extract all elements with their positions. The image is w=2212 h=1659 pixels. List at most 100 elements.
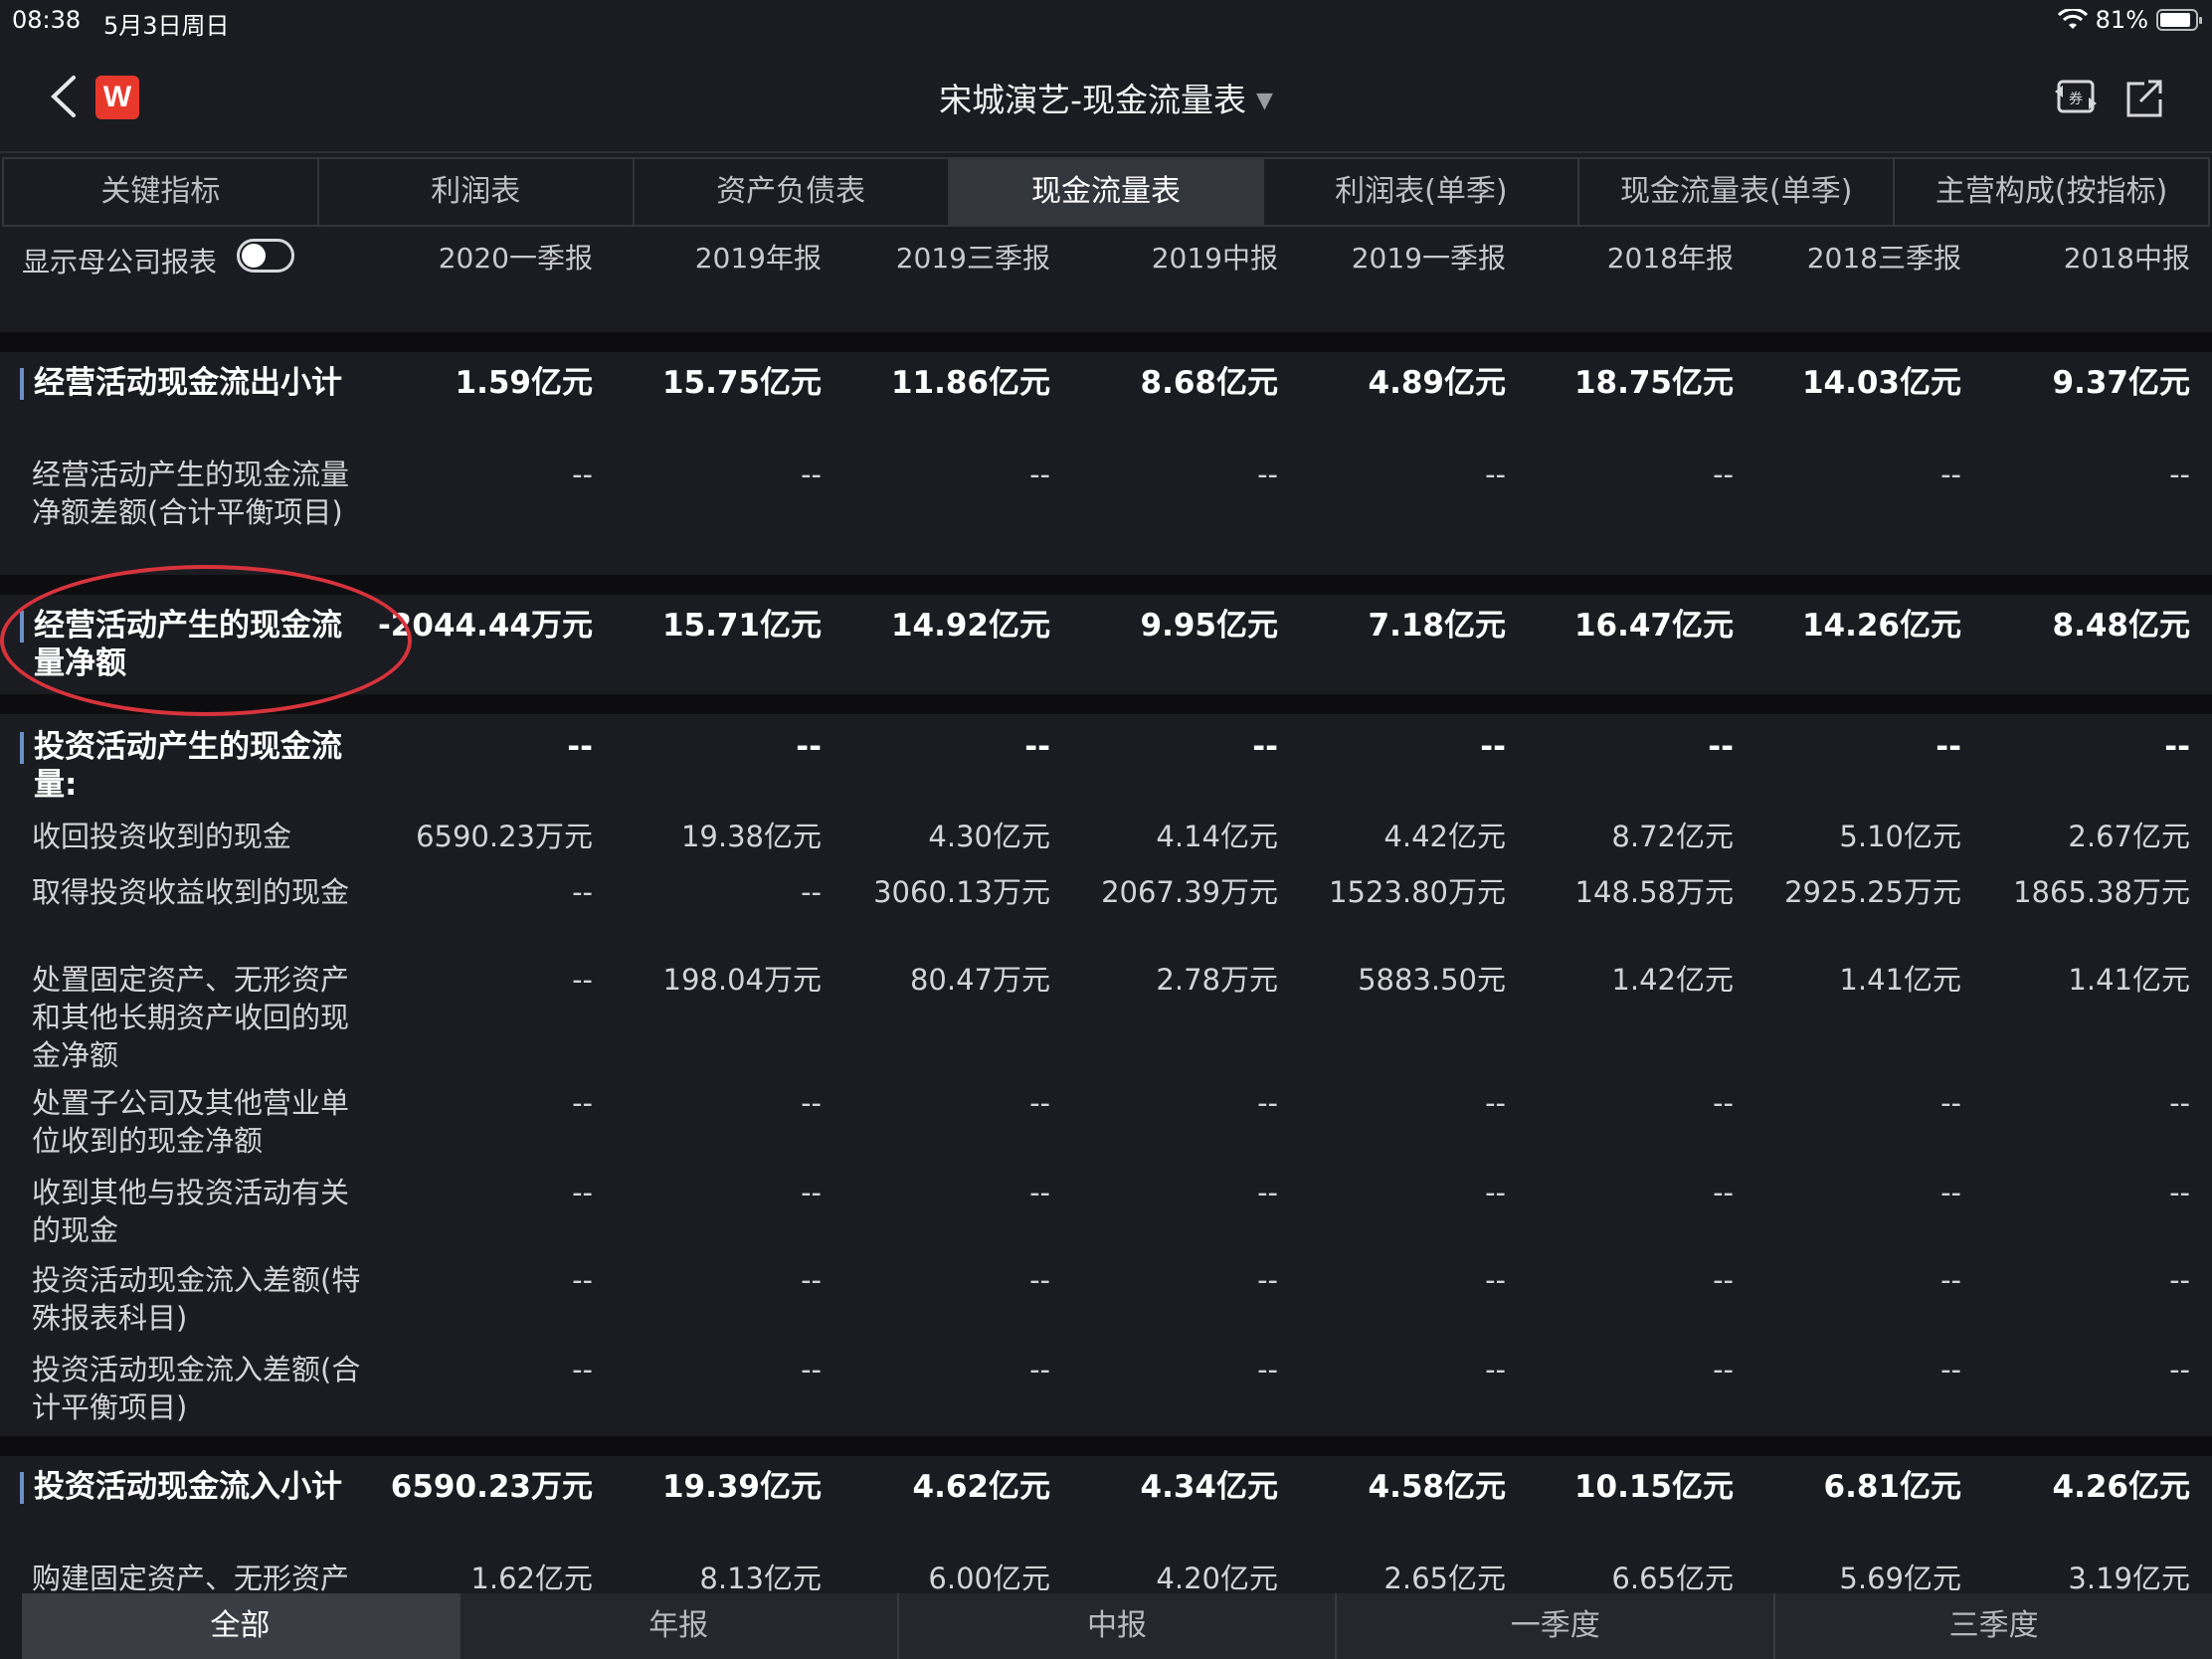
parent-report-toggle[interactable] xyxy=(237,239,294,273)
row-value: -- xyxy=(1713,1263,1734,1297)
row-value: -- xyxy=(1252,729,1278,765)
period-tab-2[interactable]: 中报 xyxy=(896,1593,1336,1659)
switch-coupon-icon[interactable]: 券 xyxy=(2053,76,2099,119)
row-value: 15.71亿元 xyxy=(661,608,822,644)
row-value: 2.65亿元 xyxy=(1383,1562,1506,1595)
share-icon[interactable] xyxy=(2122,76,2166,119)
row-value: 4.26亿元 xyxy=(2052,1469,2191,1505)
row-value: 6.00亿元 xyxy=(928,1562,1050,1595)
row-value: -- xyxy=(567,729,593,765)
row-value: 14.03亿元 xyxy=(1801,365,1961,401)
row-value: -- xyxy=(572,1176,593,1209)
row-value: 2067.39万元 xyxy=(1101,875,1278,909)
row-value: 1.41亿元 xyxy=(1839,963,1961,997)
row-label: 经营活动现金流出小计 xyxy=(34,365,342,401)
row-value: 1.41亿元 xyxy=(2068,963,2190,997)
column-header[interactable]: 2019中报 xyxy=(1059,237,1278,276)
row-value: 198.04万元 xyxy=(662,963,822,997)
row-value: 6590.23万元 xyxy=(390,1469,593,1505)
row-value: 8.72亿元 xyxy=(1611,820,1734,853)
parent-report-label: 显示母公司报表 xyxy=(22,246,218,278)
row-value: -- xyxy=(1940,458,1961,491)
row-label: 经营活动产生的现金流量净额差额(合计平衡项目) xyxy=(32,458,350,529)
row-value: 8.13亿元 xyxy=(699,1562,822,1595)
row-value: 4.20亿元 xyxy=(1156,1562,1278,1595)
row-value: -- xyxy=(801,458,822,491)
row-value: -- xyxy=(1485,458,1506,491)
row-value: 19.39亿元 xyxy=(661,1469,822,1505)
row-label: 取得投资收益收到的现金 xyxy=(32,875,350,909)
row-value: -- xyxy=(572,875,593,909)
header-row: 显示母公司报表 2020一季报 2019年报 2019三季报 2019中报 2019一季… xyxy=(0,227,2212,296)
column-header[interactable]: 2020一季报 xyxy=(374,237,593,276)
row-value: 2925.25万元 xyxy=(1784,875,1961,909)
row-value: 15.75亿元 xyxy=(661,365,822,401)
page-title[interactable]: 宋城演艺-现金流量表 ▼ xyxy=(0,74,2212,121)
page-title-text: 宋城演艺-现金流量表 xyxy=(939,81,1246,119)
row-value: -- xyxy=(1713,458,1734,491)
tab-2[interactable]: 资产负债表 xyxy=(635,159,950,225)
row-label: 投资活动产生的现金流量: xyxy=(34,729,342,803)
status-right: 81% xyxy=(2057,6,2202,34)
row-value: 8.48亿元 xyxy=(2052,608,2191,644)
tab-5[interactable]: 现金流量表(单季) xyxy=(1579,159,1896,225)
row-value: -- xyxy=(1485,1353,1506,1386)
tab-0[interactable]: 关键指标 xyxy=(4,159,319,225)
period-tab-3[interactable]: 一季度 xyxy=(1335,1593,1773,1659)
row-value: 4.58亿元 xyxy=(1368,1469,1507,1505)
row-value: 7.18亿元 xyxy=(1368,608,1507,644)
row-value: -- xyxy=(2169,458,2190,491)
row-label: 收到其他与投资活动有关的现金 xyxy=(32,1176,350,1247)
row-value: -- xyxy=(2169,1176,2190,1209)
column-header[interactable]: 2018三季报 xyxy=(1743,237,1961,276)
row-value: -- xyxy=(1713,1086,1734,1120)
status-bar: 08:38 5月3日周日 81% xyxy=(0,0,2212,40)
section-separator xyxy=(0,1436,2212,1456)
tab-4[interactable]: 利润表(单季) xyxy=(1264,159,1580,225)
row-value: -- xyxy=(801,1176,822,1209)
row-value: -- xyxy=(801,875,822,909)
row-value: -- xyxy=(572,1353,593,1386)
column-header[interactable]: 2018中报 xyxy=(1971,237,2190,276)
tab-3[interactable]: 现金流量表 xyxy=(949,159,1265,225)
row-value: 1865.38万元 xyxy=(2013,875,2190,909)
column-header[interactable]: 2019一季报 xyxy=(1287,237,1506,276)
row-value: -- xyxy=(1257,458,1278,491)
section-marker xyxy=(20,732,24,764)
column-header[interactable]: 2019三季报 xyxy=(831,237,1050,276)
period-tab-1[interactable]: 年报 xyxy=(458,1593,897,1659)
row-value: 3.19亿元 xyxy=(2068,1562,2190,1595)
row-value: 6.81亿元 xyxy=(1823,1469,1962,1505)
row-label: 投资活动现金流入小计 xyxy=(34,1469,342,1505)
row-value: 1.62亿元 xyxy=(470,1562,593,1595)
row-value: -- xyxy=(1029,1176,1050,1209)
tab-6[interactable]: 主营构成(按指标) xyxy=(1895,159,2208,225)
row-value: 8.68亿元 xyxy=(1140,365,1279,401)
section-marker xyxy=(20,368,24,400)
row-value: -- xyxy=(801,1086,822,1120)
period-tab-4[interactable]: 三季度 xyxy=(1773,1593,2212,1659)
wifi-icon xyxy=(2057,9,2088,29)
column-header[interactable]: 2019年报 xyxy=(603,237,822,276)
row-value: -- xyxy=(1940,1176,1961,1209)
row-value: 3060.13万元 xyxy=(873,875,1050,909)
tab-1[interactable]: 利润表 xyxy=(319,159,635,225)
row-value: 5.10亿元 xyxy=(1839,820,1961,853)
annotation-circle xyxy=(0,565,412,716)
column-header[interactable]: 2018年报 xyxy=(1515,237,1734,276)
row-value: 4.62亿元 xyxy=(912,1469,1051,1505)
row-value: 4.30亿元 xyxy=(928,820,1050,853)
row-value: -- xyxy=(1936,729,1961,765)
period-tab-0[interactable]: 全部 xyxy=(22,1593,459,1659)
battery-percent: 81% xyxy=(2095,6,2148,34)
row-value: -- xyxy=(2164,729,2190,765)
row-value: 4.89亿元 xyxy=(1368,365,1507,401)
row-value: 6.65亿元 xyxy=(1611,1562,1734,1595)
row-value: -- xyxy=(2169,1263,2190,1297)
row-value: 4.42亿元 xyxy=(1383,820,1506,853)
row-value: -- xyxy=(1713,1176,1734,1209)
row-label: 投资活动现金流入差额(合计平衡项目) xyxy=(32,1353,361,1424)
row-label: 购建固定资产、无形资产 xyxy=(32,1562,350,1595)
row-label: 处置固定资产、无形资产和其他长期资产收回的现金净额 xyxy=(32,963,350,1072)
row-value: -- xyxy=(1029,458,1050,491)
